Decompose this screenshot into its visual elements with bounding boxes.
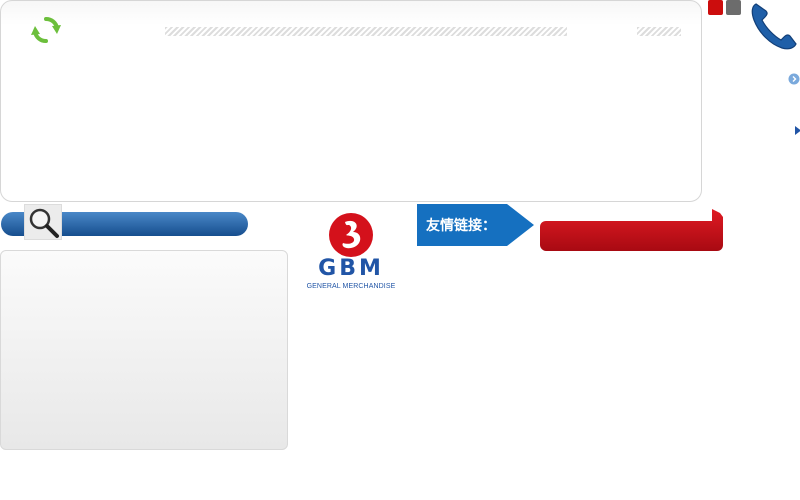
- side-content-panel: [0, 250, 288, 450]
- gbm-tagline: GENERAL MERCHANDISE: [306, 283, 396, 290]
- refresh-icon[interactable]: [30, 14, 62, 46]
- title-divider-hatch: [165, 27, 567, 36]
- title-divider-hatch-small: [637, 27, 681, 36]
- gray-indicator-square[interactable]: [726, 0, 741, 15]
- phone-icon: [751, 3, 797, 50]
- search-icon: [29, 208, 59, 238]
- search-button[interactable]: [24, 204, 62, 240]
- circle-arrow-icon[interactable]: [788, 73, 800, 85]
- friend-links-bar[interactable]: [540, 209, 723, 251]
- friend-links-label: 友情链接：: [426, 217, 496, 233]
- triangle-right-icon[interactable]: [795, 126, 800, 135]
- red-indicator-square[interactable]: [708, 0, 723, 15]
- gbm-brand-text: GBM: [318, 256, 384, 281]
